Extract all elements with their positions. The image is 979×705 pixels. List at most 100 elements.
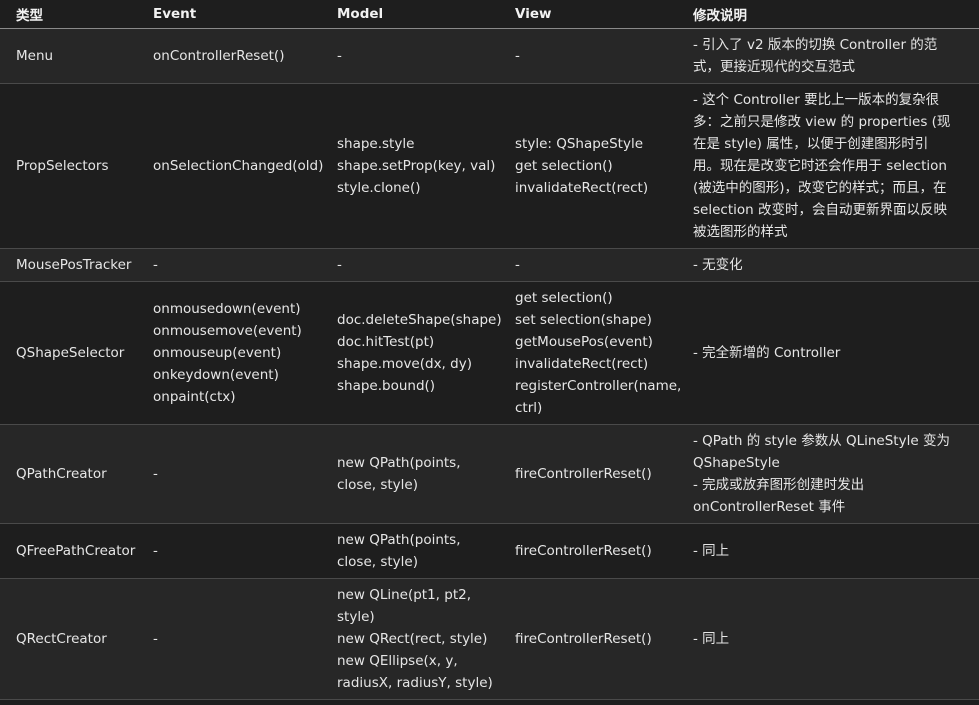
- cell-event-line: onpaint(ctx): [153, 389, 236, 405]
- table-row: PropSelectors onSelectionChanged(old) shap…: [0, 83, 979, 249]
- cell-note-line: - 同上: [693, 543, 730, 559]
- cell-event: onControllerReset(): [137, 28, 321, 84]
- header-row: 类型 Event Model View 修改说明: [0, 0, 979, 29]
- cell-note-line: onControllerReset 事件: [693, 499, 846, 515]
- cell-event: -: [137, 578, 321, 700]
- cell-model-line: close, style): [337, 554, 418, 570]
- cell-view-line: -: [515, 48, 520, 64]
- cell-model-line: close, style): [337, 477, 418, 493]
- cell-type-text: QFreePathCreator: [16, 543, 136, 559]
- cell-type-text: PropSelectors: [16, 158, 109, 174]
- cell-view-line: fireControllerReset(): [515, 466, 652, 482]
- header-event: Event: [137, 0, 321, 29]
- cell-note-line: - QPath 的 style 参数从 QLineStyle 变为: [693, 433, 950, 449]
- cell-note: - 同上: [677, 578, 979, 700]
- cell-model-line: new QRect(rect, style): [337, 631, 488, 647]
- cell-model: new QPath(points, close, style): [321, 424, 499, 524]
- cell-view-line: registerController(name,: [515, 378, 682, 394]
- cell-note-line: (被选中的图形)，改变它的样式；而且，在: [693, 180, 947, 196]
- cell-view-line: invalidateRect(rect): [515, 180, 649, 196]
- cell-type: Menu: [0, 28, 137, 84]
- cell-view: -: [499, 248, 677, 282]
- cell-model-line: shape.move(dx, dy): [337, 356, 472, 372]
- cell-model: new QLine(pt1, pt2, style) new QRect(rect,…: [321, 578, 499, 700]
- cell-view: fireControllerReset(): [499, 523, 677, 579]
- cell-view-line: invalidateRect(rect): [515, 356, 649, 372]
- cell-view-line: ctrl): [515, 400, 543, 416]
- table-row: QPathCreator - new QPath(points, close, sty…: [0, 424, 979, 524]
- cell-view: style: QShapeStyle get selection() invalid…: [499, 83, 677, 249]
- cell-model-line: doc.deleteShape(shape): [337, 312, 502, 328]
- cell-event: onmousedown(event) onmousemove(event) onmo…: [137, 281, 321, 425]
- cell-model-line: new QLine(pt1, pt2,: [337, 587, 471, 603]
- cell-model: shape.style shape.setProp(key, val) style.…: [321, 83, 499, 249]
- cell-note-line: 用。现在是改变它时还会作用于 selection: [693, 158, 947, 174]
- cell-note-line: - 这个 Controller 要比上一版本的复杂很: [693, 92, 940, 108]
- cell-type-text: Menu: [16, 48, 54, 64]
- cell-note: - QPath 的 style 参数从 QLineStyle 变为 QShapeS…: [677, 424, 979, 524]
- cell-type-text: QPathCreator: [16, 466, 107, 482]
- table-row: MousePosTracker - - - - 无变化: [0, 248, 979, 282]
- cell-event-line: -: [153, 257, 158, 273]
- cell-event-line: onSelectionChanged(old): [153, 158, 324, 174]
- cell-model-line: -: [337, 48, 342, 64]
- cell-type: QFreePathCreator: [0, 523, 137, 579]
- header-model: Model: [321, 0, 499, 29]
- cell-note: - 无变化: [677, 248, 979, 282]
- cell-event-line: onmousedown(event): [153, 301, 301, 317]
- cell-model: new QPath(points, close, style): [321, 523, 499, 579]
- cell-view-line: style: QShapeStyle: [515, 136, 644, 152]
- cell-model-line: shape.style: [337, 136, 415, 152]
- cell-view-line: fireControllerReset(): [515, 543, 652, 559]
- cell-note: - 这个 Controller 要比上一版本的复杂很 多：之前只是修改 view …: [677, 83, 979, 249]
- cell-model-line: new QPath(points,: [337, 455, 461, 471]
- table-row: QShapeSelector onmousedown(event) onmousem…: [0, 281, 979, 425]
- cell-type: QPathCreator: [0, 424, 137, 524]
- cell-model-line: -: [337, 257, 342, 273]
- cell-event: -: [137, 424, 321, 524]
- cell-view-line: fireControllerReset(): [515, 631, 652, 647]
- cell-type-text: MousePosTracker: [16, 257, 132, 273]
- cell-view-line: set selection(shape): [515, 312, 652, 328]
- cell-type: QRectCreator: [0, 578, 137, 700]
- cell-type: QShapeSelector: [0, 281, 137, 425]
- cell-note: - 同上: [677, 523, 979, 579]
- cell-note: - 引入了 v2 版本的切换 Controller 的范 式，更接近现代的交互范式: [677, 28, 979, 84]
- cell-note-line: QShapeStyle: [693, 455, 780, 471]
- cell-model: doc.deleteShape(shape) doc.hitTest(pt) sha…: [321, 281, 502, 425]
- cell-note-line: - 引入了 v2 版本的切换 Controller 的范: [693, 37, 938, 53]
- cell-note-line: - 同上: [693, 631, 730, 647]
- controller-table: 类型 Event Model View 修改说明 Menu onControlle…: [0, 0, 979, 700]
- cell-note-line: 被选图形的样式: [693, 224, 788, 240]
- cell-note-line: 式，更接近现代的交互范式: [693, 59, 855, 75]
- header-view: View: [499, 0, 677, 29]
- cell-model-line: radiusX, radiusY, style): [337, 675, 493, 691]
- cell-type-text: QRectCreator: [16, 631, 107, 647]
- cell-view-line: getMousePos(event): [515, 334, 653, 350]
- cell-model-line: new QEllipse(x, y,: [337, 653, 458, 669]
- cell-view-line: get selection(): [515, 290, 613, 306]
- cell-model-line: style): [337, 609, 375, 625]
- cell-view-line: get selection(): [515, 158, 613, 174]
- cell-model: -: [321, 248, 499, 282]
- cell-note-line: - 完成或放弃图形创建时发出: [693, 477, 865, 493]
- cell-view: -: [499, 28, 677, 84]
- cell-note-line: selection 改变时，会自动更新界面以反映: [693, 202, 947, 218]
- table-row: QRectCreator - new QLine(pt1, pt2, style) ne…: [0, 578, 979, 700]
- header-note: 修改说明: [677, 0, 979, 29]
- cell-type: MousePosTracker: [0, 248, 137, 282]
- cell-note-line: 在是 style) 属性，以便于创建图形时引: [693, 136, 929, 152]
- cell-model-line: shape.setProp(key, val): [337, 158, 496, 174]
- cell-model: -: [321, 28, 499, 84]
- cell-note-line: 多：之前只是修改 view 的 properties (现: [693, 114, 951, 130]
- cell-event-line: -: [153, 543, 158, 559]
- header-type: 类型: [0, 0, 137, 29]
- cell-event: -: [137, 248, 321, 282]
- cell-event-line: onmousemove(event): [153, 323, 302, 339]
- cell-view-line: -: [515, 257, 520, 273]
- cell-note-line: - 无变化: [693, 257, 743, 273]
- cell-view: get selection() set selection(shape) getMo…: [499, 281, 682, 425]
- cell-model-line: new QPath(points,: [337, 532, 461, 548]
- cell-view: fireControllerReset(): [499, 578, 677, 700]
- cell-model-line: style.clone(): [337, 180, 421, 196]
